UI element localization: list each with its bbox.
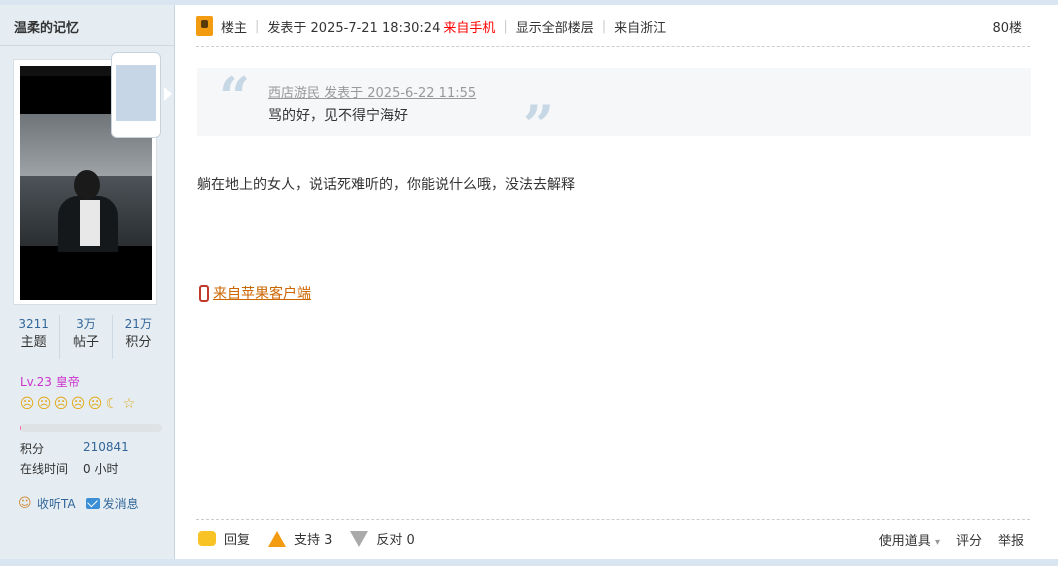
mobile-phone-icon [199,284,209,302]
reply-icon [198,531,216,546]
header-separator: | [601,18,607,34]
close-quote-icon: ” [523,93,555,157]
points-row: 积分 210841 [20,440,129,457]
user-add-icon: ☺ [18,495,32,511]
rate-button[interactable]: 评分 [956,530,982,549]
oppose-button[interactable]: 反对 0 [350,529,415,548]
use-tools-menu[interactable]: 使用道具 ▾ [879,530,940,549]
support-button[interactable]: 支持 3 [268,529,332,548]
stat-threads-label: 主题 [20,335,47,350]
post-tools: 使用道具 ▾ 评分 举报 [879,530,1024,549]
quote-block: “ 西店游民 发表于 2025-6-22 11:55 骂的好，见不得宁海好 ” [197,65,1031,152]
stat-posts-value[interactable]: 3万 [60,315,111,333]
use-tools-label: 使用道具 [878,534,931,549]
username[interactable]: 温柔的记忆 [14,17,79,36]
client-link[interactable]: 来自苹果客户端 [199,283,311,303]
oppose-label: 反对 0 [376,533,415,548]
bottom-border [0,559,1058,566]
reply-button[interactable]: 回复 [198,529,250,548]
show-all-floors-link[interactable]: 显示全部楼层 [516,17,594,36]
thread-starter-label: 楼主 [221,20,248,36]
post-body: 躺在地上的女人，说话死难听的，你能说什么哦，没法去解释 [197,177,575,193]
avatar-person [54,170,122,252]
online-time-row: 在线时间 0 小时 [20,460,118,477]
open-quote-icon: “ [219,65,251,129]
stat-points[interactable]: 21万 积分 [113,315,164,359]
avatar-person-shirt [80,200,100,246]
stat-posts[interactable]: 3万 帖子 [60,315,113,359]
arrow-down-icon [350,530,369,547]
moon-icon: ☾ [105,396,119,412]
user-sidebar: 温柔的记忆 3211 主题 3万 帖子 21万 积分 Lv.23 皇帝 ☹ ☹ … [0,5,175,559]
quote-text: 骂的好，见不得宁海好 [268,108,408,124]
sun-icon: ☹ [70,396,86,412]
badge-arrow [164,87,172,101]
sun-icon: ☹ [87,396,103,412]
floor-number[interactable]: 80楼 [992,17,1022,36]
stat-points-value[interactable]: 21万 [113,315,164,333]
stat-threads[interactable]: 3211 主题 [8,315,61,359]
footer-divider [196,519,1030,520]
client-link-label: 来自苹果客户端 [213,286,311,302]
name-divider [0,45,174,46]
support-label: 支持 3 [294,533,333,548]
post-header: 楼主 | 发表于 2025-7-21 18:30:24 来自手机 | 显示全部楼… [196,15,666,37]
level-icons: ☹ ☹ ☹ ☹ ☹ ☾ ☆ [19,396,137,416]
header-divider [196,46,1030,47]
user-stats: 3211 主题 3万 帖子 21万 积分 [8,315,164,359]
stat-threads-value[interactable]: 3211 [8,315,59,333]
apple-logo-icon [121,77,151,107]
report-button[interactable]: 举报 [998,530,1024,549]
sun-icon: ☹ [36,396,52,412]
listen-label: 收听TA [37,497,76,511]
post-time: 发表于 2025-7-21 18:30:24 [267,20,441,36]
envelope-icon [85,498,100,509]
send-message-label: 发消息 [102,497,139,511]
sun-icon: ☹ [53,396,69,412]
quote-author-link[interactable]: 西店游民 发表于 2025-6-22 11:55 [268,82,476,101]
listen-button[interactable]: ☺ 收听TA [18,495,76,512]
online-time-label: 在线时间 [20,462,69,476]
send-message-button[interactable]: 发消息 [85,495,139,512]
reply-label: 回复 [224,533,251,548]
points-label: 积分 [20,442,45,456]
level-progress-fill [20,424,22,432]
from-mobile-link[interactable]: 来自手机 [443,17,495,36]
header-separator: | [255,18,260,34]
avatar-person-head [74,170,100,200]
star-icon: ☆ [122,396,136,412]
apple-device-badge [111,52,172,138]
user-actions: ☺ 收听TA 发消息 [18,495,139,512]
points-value[interactable]: 210841 [83,440,129,454]
stat-posts-label: 帖子 [72,335,99,350]
header-separator: | [503,18,508,34]
post-location: 来自浙江 [614,20,667,36]
arrow-up-icon [268,530,287,547]
online-time-value: 0 小时 [83,462,119,476]
user-level[interactable]: Lv.23 皇帝 [20,373,80,390]
chevron-down-icon: ▾ [934,537,940,548]
stat-points-label: 积分 [125,335,152,350]
sun-icon: ☹ [19,396,35,412]
post-actions: 回复 支持 3 反对 0 [198,529,433,548]
thread-starter-icon [196,16,213,36]
level-progress-bar [20,424,162,432]
post-main: 楼主 | 发表于 2025-7-21 18:30:24 来自手机 | 显示全部楼… [176,5,1058,559]
